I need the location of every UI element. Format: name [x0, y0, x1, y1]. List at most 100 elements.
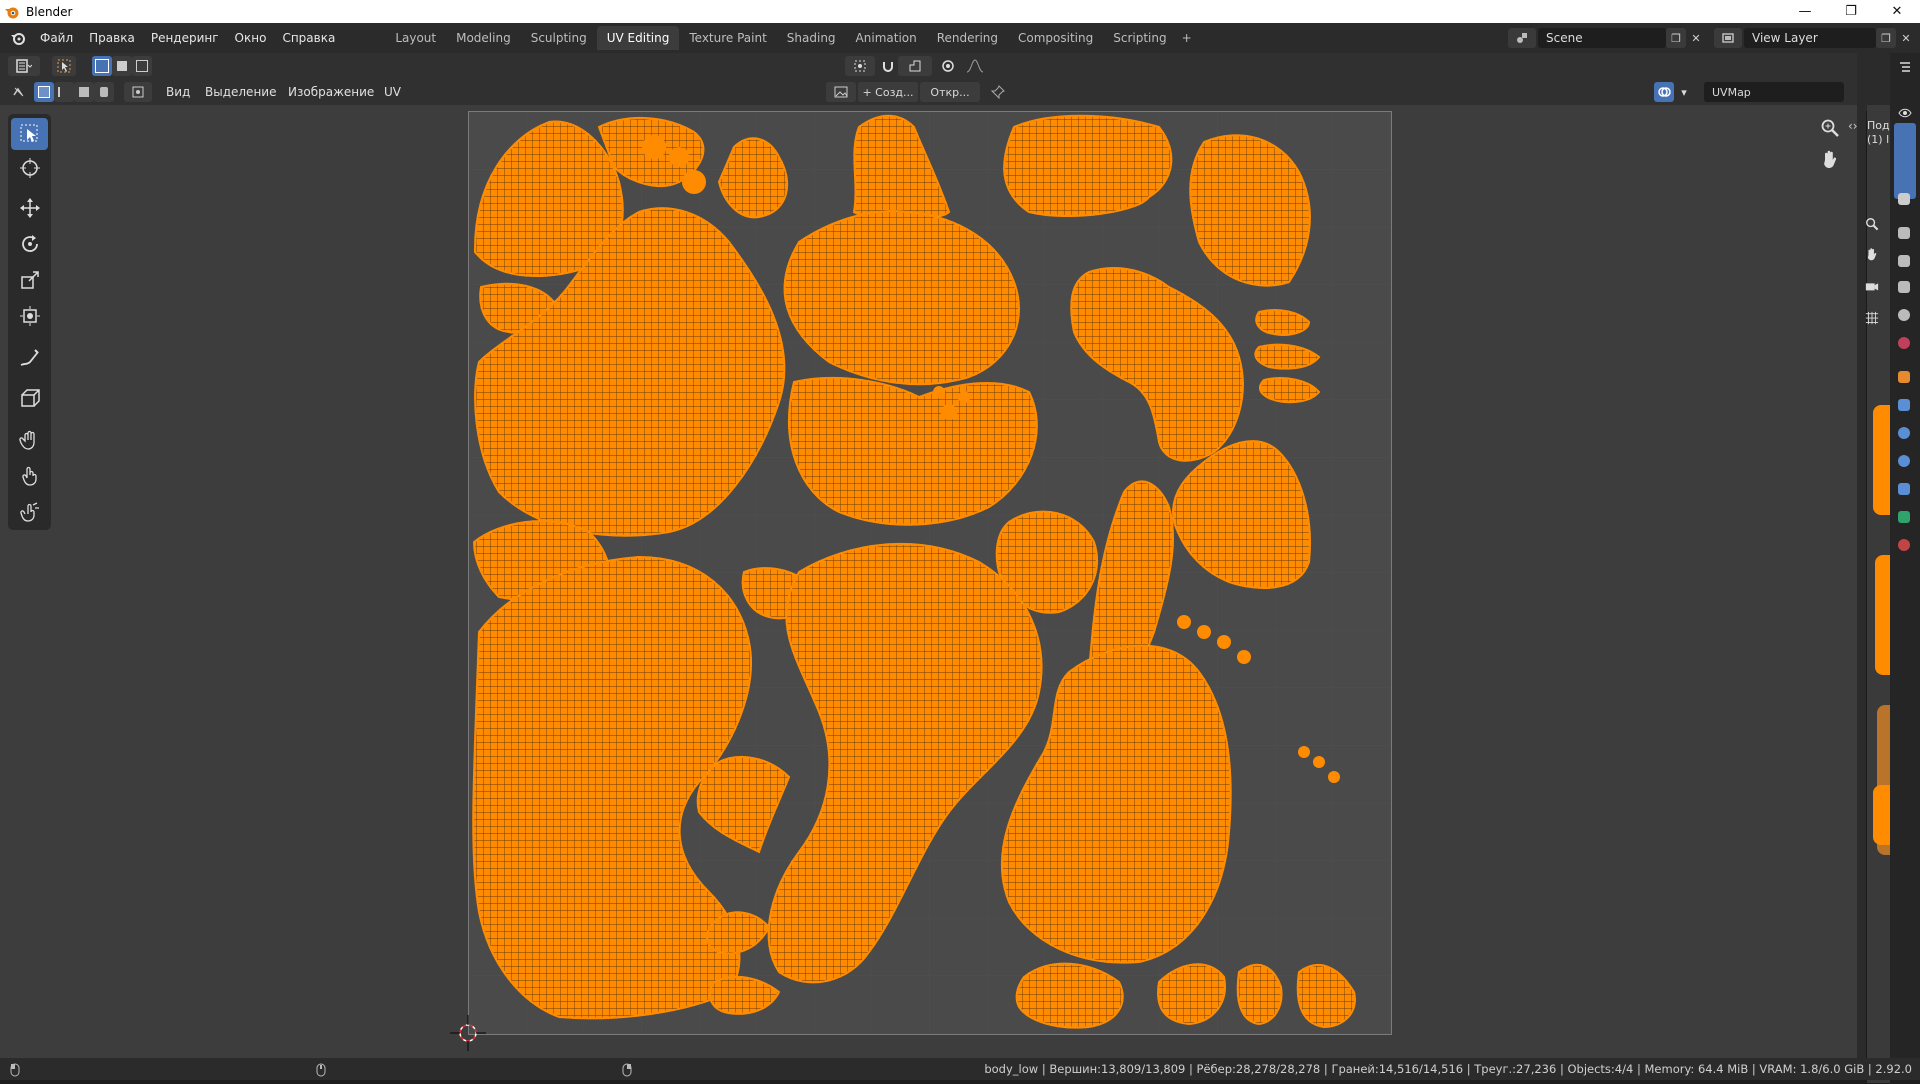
island-select-mode-icon[interactable]: [94, 82, 114, 102]
tab-sculpting[interactable]: Sculpting: [521, 26, 597, 50]
editor-type-icon[interactable]: [8, 56, 40, 76]
add-workspace-button[interactable]: +: [1177, 26, 1197, 50]
perspective-grid-icon[interactable]: [1861, 307, 1883, 329]
snap-toggle-icon[interactable]: [880, 56, 896, 76]
zoom-3d-icon[interactable]: [1861, 213, 1883, 235]
outliner-icon[interactable]: [1894, 57, 1916, 77]
overlays-dropdown-icon[interactable]: ▾: [1676, 82, 1692, 102]
pan-3d-icon[interactable]: [1861, 243, 1883, 265]
relax-tool[interactable]: [11, 460, 48, 492]
particle-properties-icon[interactable]: [1893, 422, 1915, 444]
scene-statistics: body_low | Вершин:13,809/13,809 | Рёбер:…: [984, 1062, 1912, 1076]
menu-uv[interactable]: UV: [384, 79, 401, 105]
uv-island-small: [682, 170, 706, 194]
select-box-tool[interactable]: [11, 118, 48, 150]
view-layer-properties-icon[interactable]: [1893, 276, 1915, 298]
menu-select[interactable]: Выделение: [205, 79, 276, 105]
delete-scene-icon[interactable]: ✕: [1686, 28, 1706, 48]
output-properties-icon[interactable]: [1893, 250, 1915, 272]
blender-menu-icon[interactable]: [10, 30, 26, 46]
new-view-layer-icon[interactable]: ❐: [1876, 28, 1896, 48]
edge-select-mode-icon[interactable]: [54, 82, 74, 102]
material-properties-icon[interactable]: [1893, 534, 1915, 556]
menu-file[interactable]: Файл: [32, 23, 81, 53]
rip-region-tool[interactable]: [11, 382, 48, 414]
uv-islands-canvas[interactable]: [469, 112, 1391, 1034]
tool-properties-icon[interactable]: [1893, 188, 1915, 210]
tab-modeling[interactable]: Modeling: [446, 26, 521, 50]
close-button[interactable]: ✕: [1874, 0, 1920, 23]
menu-render[interactable]: Рендеринг: [143, 23, 227, 53]
visibility-eye-icon[interactable]: [1894, 103, 1916, 123]
menu-edit[interactable]: Правка: [81, 23, 143, 53]
menu-image[interactable]: Изображение: [288, 79, 374, 105]
view-layer-field[interactable]: View Layer: [1744, 28, 1876, 48]
camera-view-icon[interactable]: [1861, 275, 1883, 297]
vertex-select-mode-icon[interactable]: [34, 82, 54, 102]
grab-tool[interactable]: [11, 424, 48, 456]
delete-view-layer-icon[interactable]: ✕: [1896, 28, 1916, 48]
move-tool[interactable]: [11, 192, 48, 224]
tab-uv-editing[interactable]: UV Editing: [596, 26, 680, 50]
new-scene-icon[interactable]: ❐: [1666, 28, 1686, 48]
grab-hand-icon: [18, 430, 35, 450]
uv-layout-area[interactable]: [468, 111, 1392, 1035]
annotate-icon: [20, 349, 39, 366]
pan-view-button[interactable]: [1815, 144, 1845, 174]
view-layer-icon[interactable]: [1714, 28, 1742, 48]
pin-icon[interactable]: [988, 82, 1008, 102]
annotate-tool[interactable]: [11, 342, 48, 374]
uv-island-small: [958, 391, 970, 403]
select-mode-new-icon[interactable]: [92, 56, 112, 76]
pinch-tool[interactable]: [11, 496, 48, 528]
physics-properties-icon[interactable]: [1893, 450, 1915, 472]
uv-2d-cursor-icon[interactable]: [448, 1013, 488, 1053]
tool-shelf: [8, 114, 51, 530]
render-properties-icon[interactable]: [1893, 222, 1915, 244]
falloff-icon[interactable]: [960, 56, 990, 76]
mesh-data-properties-icon[interactable]: [1893, 506, 1915, 528]
constraint-properties-icon[interactable]: [1893, 478, 1915, 500]
pinch-icon: [19, 502, 39, 522]
menu-window[interactable]: Окно: [227, 23, 275, 53]
tab-layout[interactable]: Layout: [385, 26, 446, 50]
maximize-button[interactable]: ❐: [1828, 0, 1874, 23]
scene-properties-icon[interactable]: [1893, 304, 1915, 326]
tab-texture-paint[interactable]: Texture Paint: [679, 26, 776, 50]
minimize-button[interactable]: —: [1782, 0, 1828, 23]
modifier-properties-icon[interactable]: [1893, 394, 1915, 416]
open-image-button[interactable]: Откр...: [920, 82, 980, 102]
new-image-button[interactable]: + Созд...: [858, 82, 918, 102]
zoom-view-button[interactable]: [1815, 113, 1845, 143]
uv-island: [1236, 963, 1283, 1026]
scene-name-field[interactable]: Scene: [1538, 28, 1666, 48]
uv-sync-selection-icon[interactable]: [8, 82, 30, 102]
snap-target-icon[interactable]: [898, 56, 932, 76]
pivot-point-icon[interactable]: [845, 56, 875, 76]
scale-tool[interactable]: [11, 264, 48, 296]
zoom-icon: [1821, 119, 1839, 137]
proportional-edit-icon[interactable]: [938, 56, 958, 76]
uv-map-field[interactable]: UVMap: [1704, 82, 1844, 102]
tab-animation[interactable]: Animation: [846, 26, 927, 50]
select-mode-extend-icon[interactable]: [112, 56, 132, 76]
tab-scripting[interactable]: Scripting: [1103, 26, 1176, 50]
scene-selector-icon[interactable]: [1508, 28, 1536, 48]
face-select-mode-icon[interactable]: [74, 82, 94, 102]
tab-rendering[interactable]: Rendering: [927, 26, 1008, 50]
select-mode-tweak-icon[interactable]: [52, 56, 76, 76]
overlays-icon[interactable]: [1654, 82, 1674, 102]
sticky-selection-icon[interactable]: [124, 82, 152, 102]
tab-compositing[interactable]: Compositing: [1008, 26, 1103, 50]
world-properties-icon[interactable]: [1893, 332, 1915, 354]
rotate-tool[interactable]: [11, 228, 48, 260]
uv-editor-header: Вид Выделение Изображение UV + Созд... О…: [0, 79, 1881, 105]
object-properties-icon[interactable]: [1893, 366, 1915, 388]
cursor-tool[interactable]: [11, 152, 48, 184]
select-mode-subtract-icon[interactable]: [132, 56, 152, 76]
tab-shading[interactable]: Shading: [777, 26, 846, 50]
menu-help[interactable]: Справка: [274, 23, 343, 53]
image-browse-icon[interactable]: [826, 82, 856, 102]
menu-view[interactable]: Вид: [166, 79, 190, 105]
transform-tool[interactable]: [11, 300, 48, 332]
